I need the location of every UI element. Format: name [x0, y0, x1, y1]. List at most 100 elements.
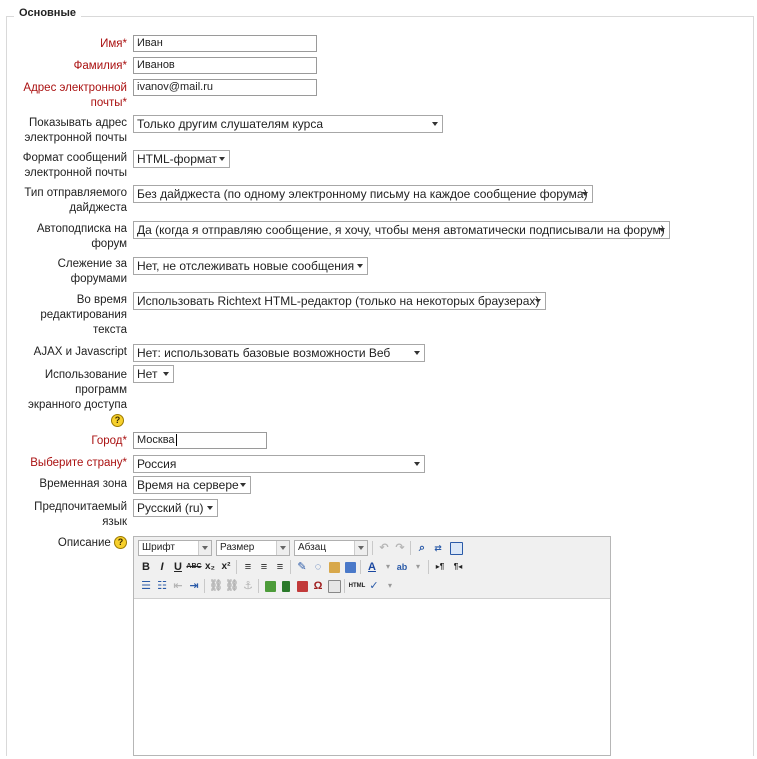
spellcheck-icon[interactable]: ✓ — [366, 578, 382, 594]
toolbar-separator — [372, 541, 373, 555]
media-icon[interactable] — [278, 578, 294, 594]
unlink-icon[interactable]: ⛓ — [224, 578, 240, 594]
table-icon[interactable] — [294, 578, 310, 594]
editor-content-area[interactable] — [134, 599, 610, 759]
last-name-input[interactable]: Иванов — [133, 57, 317, 74]
toolbar-row-1: Шрифт Размер Абзац ↶ ↷ ⌕ ⇄ — [138, 540, 608, 558]
size-dropdown[interactable]: Размер — [216, 540, 290, 556]
strikethrough-button[interactable]: ABC — [186, 559, 202, 575]
font-dropdown[interactable]: Шрифт — [138, 540, 212, 556]
special-char-icon[interactable]: Ω — [310, 578, 326, 594]
email-input[interactable]: ivanov@mail.ru — [133, 79, 317, 96]
editing-select[interactable]: Использовать Richtext HTML-редактор (тол… — [133, 292, 546, 310]
text-color-icon[interactable]: A — [364, 559, 380, 575]
chevron-down-icon — [276, 541, 289, 555]
bullet-list-icon[interactable]: ☰ — [138, 578, 154, 594]
chevron-down-icon — [207, 506, 213, 510]
chevron-down-icon — [219, 157, 225, 161]
tracking-select[interactable]: Нет, не отслеживать новые сообщения — [133, 257, 368, 275]
help-icon[interactable]: ? — [111, 414, 124, 428]
timezone-label: Временная зона — [39, 478, 127, 490]
toolbar-separator — [258, 579, 259, 593]
toolbar-separator — [236, 560, 237, 574]
italic-button[interactable]: I — [154, 559, 170, 575]
ajax-select[interactable]: Нет: использовать базовые возможности Ве… — [133, 344, 425, 362]
chevron-down-icon — [240, 483, 246, 487]
text-cursor — [175, 434, 177, 447]
description-label: Описание ? — [58, 536, 127, 551]
chevron-down-icon — [357, 264, 363, 268]
toolbar-separator — [360, 560, 361, 574]
first-name-label: Имя* — [100, 38, 127, 50]
outdent-icon[interactable]: ⇤ — [170, 578, 186, 594]
digest-label: Тип отправляемого дайджеста — [24, 187, 127, 214]
numbered-list-icon[interactable]: ☷ — [154, 578, 170, 594]
highlight-color-menu-icon[interactable]: ▾ — [410, 559, 426, 575]
format-dropdown[interactable]: Абзац — [294, 540, 368, 556]
replace-icon[interactable]: ⇄ — [430, 540, 446, 556]
insert-hr-icon[interactable] — [326, 578, 342, 594]
toolbar-separator — [344, 579, 345, 593]
align-right-icon[interactable]: ≡ — [272, 559, 288, 575]
autosubscribe-label: Автоподписка на форум — [36, 223, 127, 250]
html-source-button[interactable]: HTML — [348, 578, 366, 594]
spellcheck-menu-icon[interactable]: ▾ — [382, 578, 398, 594]
timezone-select[interactable]: Время на сервере — [133, 476, 251, 494]
fullscreen-icon[interactable] — [448, 540, 464, 556]
rtl-icon[interactable]: ¶◂ — [450, 559, 466, 575]
chevron-down-icon — [535, 299, 541, 303]
digest-select[interactable]: Без дайджеста (по одному электронному пи… — [133, 185, 593, 203]
show-email-select[interactable]: Только другим слушателям курса — [133, 115, 443, 133]
screenreader-label: Использование программ экранного доступа ? — [28, 369, 127, 428]
clean-icon[interactable]: ✎ — [294, 559, 310, 575]
country-label: Выберите страну* — [30, 457, 127, 469]
chevron-down-icon — [163, 372, 169, 376]
first-name-input[interactable]: Иван — [133, 35, 317, 52]
help-icon[interactable]: ? — [114, 536, 127, 550]
find-icon[interactable]: ⌕ — [414, 540, 430, 556]
email-label: Адрес электронной почты* — [23, 82, 127, 109]
anchor-icon[interactable]: ⚓ — [240, 578, 256, 594]
city-label: Город* — [91, 435, 127, 447]
chevron-down-icon — [414, 462, 420, 466]
toolbar-separator — [410, 541, 411, 555]
mail-format-select[interactable]: HTML-формат — [133, 150, 230, 168]
redo-icon[interactable]: ↷ — [392, 540, 408, 556]
underline-button[interactable]: U — [170, 559, 186, 575]
indent-icon[interactable]: ⇥ — [186, 578, 202, 594]
chevron-down-icon — [659, 228, 665, 232]
chevron-down-icon — [414, 351, 420, 355]
fieldset-legend: Основные — [14, 7, 81, 19]
image-icon[interactable] — [262, 578, 278, 594]
align-center-icon[interactable]: ≡ — [256, 559, 272, 575]
highlight-color-icon[interactable]: ab — [394, 559, 410, 575]
editing-label: Во время редактирования текста — [40, 294, 127, 336]
language-select[interactable]: Русский (ru) — [133, 499, 218, 517]
chevron-down-icon — [354, 541, 367, 555]
toolbar-separator — [290, 560, 291, 574]
ltr-icon[interactable]: ▸¶ — [432, 559, 448, 575]
paste-word-icon[interactable] — [342, 559, 358, 575]
show-email-label: Показывать адрес электронной почты — [24, 117, 127, 144]
bold-button[interactable]: B — [138, 559, 154, 575]
subscript-button[interactable]: x₂ — [202, 559, 218, 575]
superscript-button[interactable]: x² — [218, 559, 234, 575]
screenreader-select[interactable]: Нет — [133, 365, 174, 383]
rich-text-editor[interactable]: Шрифт Размер Абзац ↶ ↷ ⌕ ⇄ B I U ABC x₂ … — [133, 536, 611, 756]
editor-toolbar: Шрифт Размер Абзац ↶ ↷ ⌕ ⇄ B I U ABC x₂ … — [134, 537, 610, 599]
align-left-icon[interactable]: ≡ — [240, 559, 256, 575]
paste-text-icon[interactable] — [326, 559, 342, 575]
toolbar-separator — [204, 579, 205, 593]
city-input[interactable]: Москва — [133, 432, 267, 449]
country-select[interactable]: Россия — [133, 455, 425, 473]
eraser-icon[interactable]: ◌ — [310, 559, 326, 575]
last-name-label: Фамилия* — [73, 60, 127, 72]
toolbar-row-2: B I U ABC x₂ x² ≡ ≡ ≡ ✎ ◌ A ▾ ab ▾ ▸¶ ¶◂ — [138, 559, 608, 577]
tracking-label: Слежение за форумами — [57, 258, 127, 285]
toolbar-row-3: ☰ ☷ ⇤ ⇥ ⛓ ⛓ ⚓ Ω HTML ✓ ▾ — [138, 578, 608, 596]
autosubscribe-select[interactable]: Да (когда я отправляю сообщение, я хочу,… — [133, 221, 670, 239]
chevron-down-icon — [198, 541, 211, 555]
link-icon[interactable]: ⛓ — [208, 578, 224, 594]
chevron-down-icon — [582, 192, 588, 196]
undo-icon[interactable]: ↶ — [376, 540, 392, 556]
